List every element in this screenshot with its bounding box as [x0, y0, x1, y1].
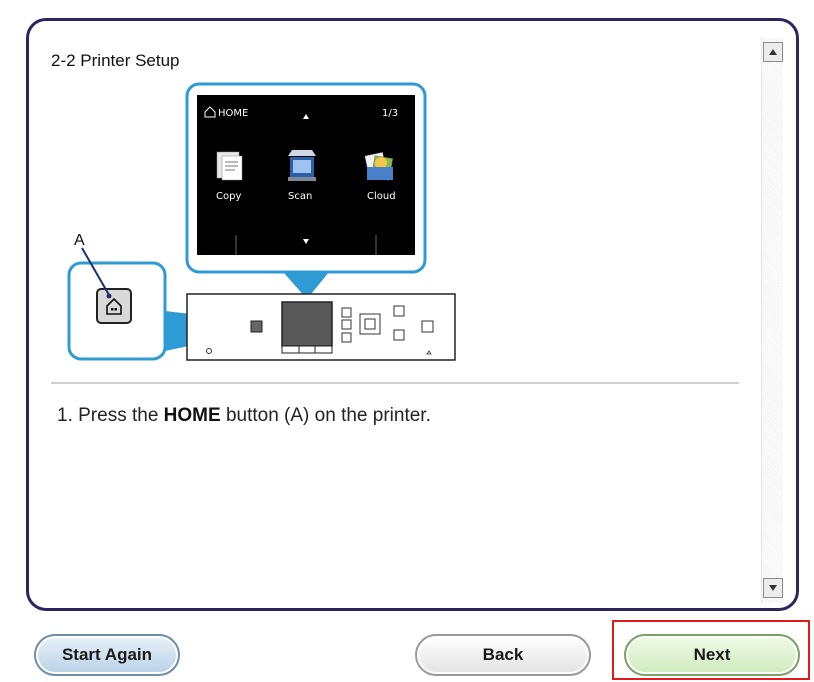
instruction-text: 1. Press the HOME button (A) on the prin… [57, 405, 431, 427]
screen-page-indicator: 1/3 [382, 108, 398, 119]
copy-icon [216, 151, 243, 181]
back-button[interactable]: Back [415, 634, 591, 676]
instruction-prefix: 1. Press the [57, 405, 164, 426]
panel-screen [281, 301, 333, 347]
home-button-illus [96, 288, 132, 324]
instruction-suffix: button (A) on the printer. [220, 405, 431, 426]
scan-label: Scan [288, 191, 312, 202]
content-panel: 2-2 Printer Setup HOME 1/3 Copy Scan Clo… [26, 18, 799, 611]
start-again-button[interactable]: Start Again [34, 634, 180, 676]
chevron-up-icon [769, 49, 777, 55]
scroll-up-button[interactable] [763, 42, 783, 62]
printer-illustration: HOME 1/3 Copy Scan Cloud A [67, 82, 456, 361]
setup-window: 2-2 Printer Setup HOME 1/3 Copy Scan Clo… [0, 0, 814, 682]
callout-letter: A [74, 232, 85, 249]
instruction-bold: HOME [163, 405, 221, 426]
vertical-scrollbar[interactable] [761, 38, 783, 603]
scroll-down-button[interactable] [763, 578, 783, 598]
content-divider [51, 382, 739, 384]
chevron-down-icon [769, 585, 777, 591]
next-button[interactable]: Next [624, 634, 800, 676]
scan-icon [288, 150, 316, 181]
copy-label: Copy [216, 191, 241, 202]
cloud-label: Cloud [367, 191, 396, 202]
screen-home-label: HOME [218, 108, 248, 119]
panel-home-button [250, 320, 263, 333]
